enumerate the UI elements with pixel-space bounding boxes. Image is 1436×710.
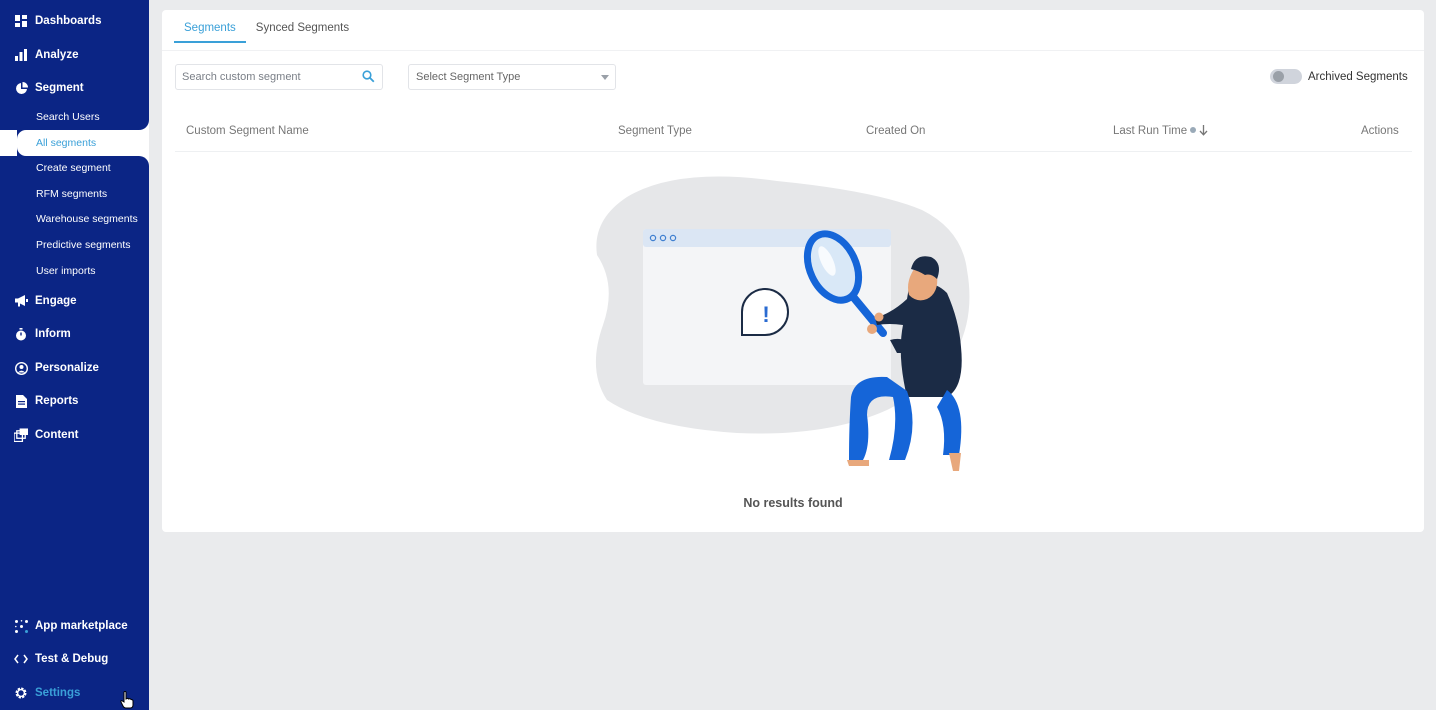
submenu-item-label: Search Users — [36, 111, 100, 123]
submenu-item-label: Predictive segments — [36, 239, 131, 251]
submenu-item-label: User imports — [36, 265, 96, 277]
segment-type-value: Select Segment Type — [416, 71, 521, 83]
bar-chart-icon — [14, 48, 28, 62]
empty-state-illustration: ! — [595, 176, 970, 471]
sidebar-item-label: Settings — [35, 687, 81, 699]
sidebar-item-label: Segment — [35, 82, 84, 94]
stopwatch-icon — [14, 327, 28, 341]
layers-icon — [14, 428, 28, 442]
search-icon[interactable] — [362, 70, 376, 84]
submenu-item-user-imports[interactable]: User imports — [0, 258, 149, 284]
search-input[interactable] — [182, 68, 352, 86]
archived-segments-toggle[interactable] — [1270, 69, 1302, 84]
tab-divider — [162, 50, 1424, 51]
submenu-item-label: All segments — [36, 137, 97, 149]
submenu-item-search-users[interactable]: Search Users — [0, 104, 149, 130]
table-header-divider — [175, 151, 1412, 152]
code-icon — [14, 652, 28, 666]
sidebar-item-app-marketplace[interactable]: App marketplace — [0, 612, 149, 640]
document-icon — [14, 394, 28, 408]
column-header-last-run-time[interactable]: Last Run Time — [1113, 122, 1208, 140]
info-icon[interactable] — [1190, 126, 1197, 133]
tab-segments[interactable]: Segments — [174, 10, 246, 43]
toggle-knob — [1273, 71, 1284, 82]
column-header-created-on[interactable]: Created On — [866, 122, 925, 140]
sidebar-item-label: App marketplace — [35, 620, 128, 632]
column-header-name[interactable]: Custom Segment Name — [186, 122, 309, 140]
submenu-item-create-segment[interactable]: Create segment — [0, 155, 149, 181]
sidebar-item-label: Content — [35, 429, 79, 441]
sidebar-item-dashboards[interactable]: Dashboards — [0, 7, 149, 35]
tab-bar: Segments Synced Segments — [174, 10, 359, 43]
sort-arrow-down-icon[interactable] — [1199, 125, 1208, 137]
sidebar-item-reports[interactable]: Reports — [0, 387, 149, 415]
submenu-item-label: Create segment — [36, 162, 111, 174]
submenu-item-warehouse-segments[interactable]: Warehouse segments — [0, 206, 149, 232]
submenu-item-label: Warehouse segments — [36, 213, 138, 225]
megaphone-icon — [14, 294, 28, 308]
sidebar-item-engage[interactable]: Engage — [0, 287, 149, 315]
dashboard-icon — [14, 14, 28, 28]
column-header-actions: Actions — [1361, 125, 1399, 137]
search-box — [175, 64, 383, 90]
sidebar-item-test-debug[interactable]: Test & Debug — [0, 645, 149, 673]
sidebar-item-label: Analyze — [35, 49, 79, 61]
sidebar-item-personalize[interactable]: Personalize — [0, 354, 149, 382]
submenu-item-predictive-segments[interactable]: Predictive segments — [0, 232, 149, 258]
column-header-type[interactable]: Segment Type — [618, 122, 692, 140]
sidebar-item-content[interactable]: Content — [0, 421, 149, 449]
sidebar-item-inform[interactable]: Inform — [0, 320, 149, 348]
submenu-item-rfm-segments[interactable]: RFM segments — [0, 181, 149, 207]
tab-synced-segments[interactable]: Synced Segments — [246, 10, 359, 43]
hand-cursor-icon — [120, 691, 134, 709]
sidebar-item-label: Reports — [35, 395, 79, 407]
sidebar-item-segment[interactable]: Segment — [0, 74, 149, 102]
pie-chart-icon — [14, 81, 28, 95]
alert-symbol: ! — [762, 302, 769, 327]
marketplace-icon — [14, 619, 28, 633]
submenu-item-label: RFM segments — [36, 188, 108, 200]
sidebar-item-analyze[interactable]: Analyze — [0, 41, 149, 69]
sidebar-item-label: Inform — [35, 328, 71, 340]
segment-submenu: Search Users All segments Create segment… — [0, 104, 149, 286]
sidebar: Dashboards Analyze Segment Search Users … — [0, 0, 149, 710]
sidebar-item-label: Personalize — [35, 362, 99, 374]
sidebar-item-label: Test & Debug — [35, 653, 109, 665]
empty-state-message: No results found — [743, 496, 843, 510]
column-header-label: Last Run Time — [1113, 125, 1188, 137]
main-panel: Segments Synced Segments Select Segment … — [162, 10, 1424, 532]
sidebar-item-label: Engage — [35, 295, 77, 307]
user-circle-icon — [14, 361, 28, 375]
segment-type-select[interactable]: Select Segment Type — [408, 64, 616, 90]
submenu-item-all-segments[interactable]: All segments — [17, 130, 149, 156]
archived-segments-label: Archived Segments — [1308, 71, 1408, 83]
gear-icon — [14, 686, 28, 700]
sidebar-item-label: Dashboards — [35, 15, 102, 27]
chevron-down-icon — [601, 75, 609, 80]
